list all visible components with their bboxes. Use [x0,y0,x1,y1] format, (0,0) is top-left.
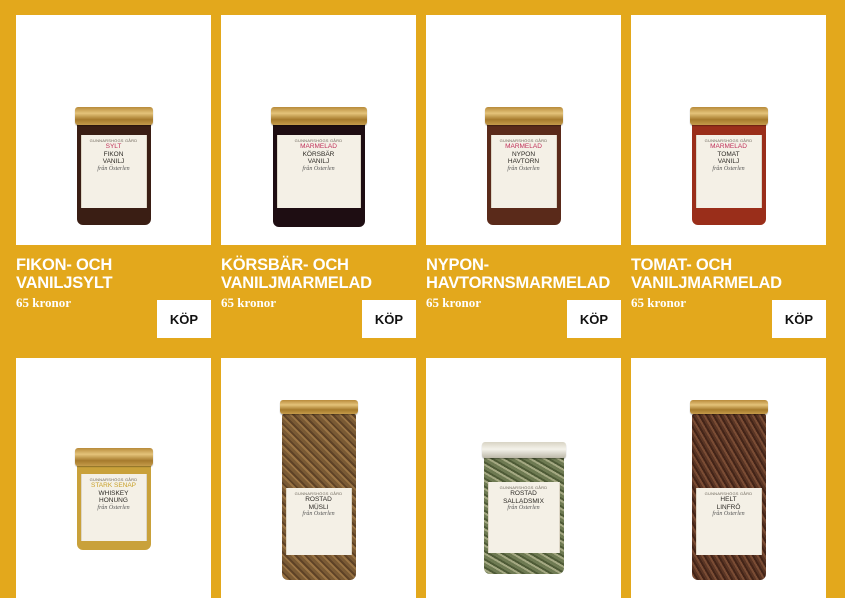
jar-label: GUNNARSHÖGS GÅRD MARMELAD KÖRSBÄR VANILJ… [276,135,361,208]
product-image[interactable]: GUNNARSHÖGS GÅRD MARMELAD TOMAT VANILJ f… [631,15,826,245]
jar-lid [270,107,367,125]
jar-lid [689,107,768,125]
product-card[interactable]: GUNNARSHÖGS GÅRD MARMELAD NYPON HAVTORN … [426,15,621,311]
jar-label: GUNNARSHÖGS GÅRD ROSTAD MÜSLI från Öster… [285,488,352,555]
jar-lid [484,107,563,125]
jar-lid [481,442,566,458]
buy-button[interactable]: KÖP [157,300,211,338]
product-title[interactable]: KÖRSBÄR- OCH VANILJMARMELAD [221,256,416,292]
buy-button[interactable]: KÖP [567,300,621,338]
jar-image: GUNNARSHÖGS GÅRD ROSTAD MÜSLI från Öster… [279,400,358,580]
jar-label: GUNNARSHÖGS GÅRD STARK SENAP WHISKEY HON… [80,474,147,541]
jar-image: GUNNARSHÖGS GÅRD SYLT FIKON VANILJ från … [74,107,153,225]
product-title[interactable]: FIKON- OCH VANILJSYLT [16,256,211,292]
jar-label: GUNNARSHÖGS GÅRD HELT LINFRÖ från Österl… [695,488,762,555]
jar-lid [74,107,153,125]
product-card[interactable]: GUNNARSHÖGS GÅRD HELT LINFRÖ från Österl… [631,358,826,598]
jar-lid [689,400,768,414]
buy-button[interactable]: KÖP [772,300,826,338]
jar-label: GUNNARSHÖGS GÅRD MARMELAD NYPON HAVTORN … [490,135,557,208]
jar-image: GUNNARSHÖGS GÅRD HELT LINFRÖ från Österl… [689,400,768,580]
product-title[interactable]: TOMAT- OCH VANILJMARMELAD [631,256,826,292]
jar-label: GUNNARSHÖGS GÅRD ROSTAD SALLADSMIX från … [487,482,560,553]
jar-label: GUNNARSHÖGS GÅRD MARMELAD TOMAT VANILJ f… [695,135,762,208]
product-image[interactable]: GUNNARSHÖGS GÅRD ROSTAD SALLADSMIX från … [426,358,621,598]
jar-image: GUNNARSHÖGS GÅRD ROSTAD SALLADSMIX från … [481,442,566,574]
product-card[interactable]: GUNNARSHÖGS GÅRD SYLT FIKON VANILJ från … [16,15,211,311]
product-card[interactable]: GUNNARSHÖGS GÅRD ROSTAD SALLADSMIX från … [426,358,621,598]
jar-lid [279,400,358,414]
product-image[interactable]: GUNNARSHÖGS GÅRD MARMELAD KÖRSBÄR VANILJ… [221,15,416,245]
product-image[interactable]: GUNNARSHÖGS GÅRD STARK SENAP WHISKEY HON… [16,358,211,598]
jar-image: GUNNARSHÖGS GÅRD STARK SENAP WHISKEY HON… [74,448,153,550]
product-image[interactable]: GUNNARSHÖGS GÅRD MARMELAD NYPON HAVTORN … [426,15,621,245]
product-card[interactable]: GUNNARSHÖGS GÅRD STARK SENAP WHISKEY HON… [16,358,211,598]
jar-image: GUNNARSHÖGS GÅRD MARMELAD NYPON HAVTORN … [484,107,563,225]
product-card[interactable]: GUNNARSHÖGS GÅRD MARMELAD KÖRSBÄR VANILJ… [221,15,416,311]
product-image[interactable]: GUNNARSHÖGS GÅRD ROSTAD MÜSLI från Öster… [221,358,416,598]
jar-image: GUNNARSHÖGS GÅRD MARMELAD TOMAT VANILJ f… [689,107,768,225]
jar-lid [74,448,153,466]
jar-image: GUNNARSHÖGS GÅRD MARMELAD KÖRSBÄR VANILJ… [270,107,367,227]
product-card[interactable]: GUNNARSHÖGS GÅRD MARMELAD TOMAT VANILJ f… [631,15,826,311]
product-image[interactable]: GUNNARSHÖGS GÅRD HELT LINFRÖ från Österl… [631,358,826,598]
buy-button[interactable]: KÖP [362,300,416,338]
product-card[interactable]: GUNNARSHÖGS GÅRD ROSTAD MÜSLI från Öster… [221,358,416,598]
product-image[interactable]: GUNNARSHÖGS GÅRD SYLT FIKON VANILJ från … [16,15,211,245]
jar-label: GUNNARSHÖGS GÅRD SYLT FIKON VANILJ från … [80,135,147,208]
product-title[interactable]: NYPON- HAVTORNSMARMELAD [426,256,621,292]
